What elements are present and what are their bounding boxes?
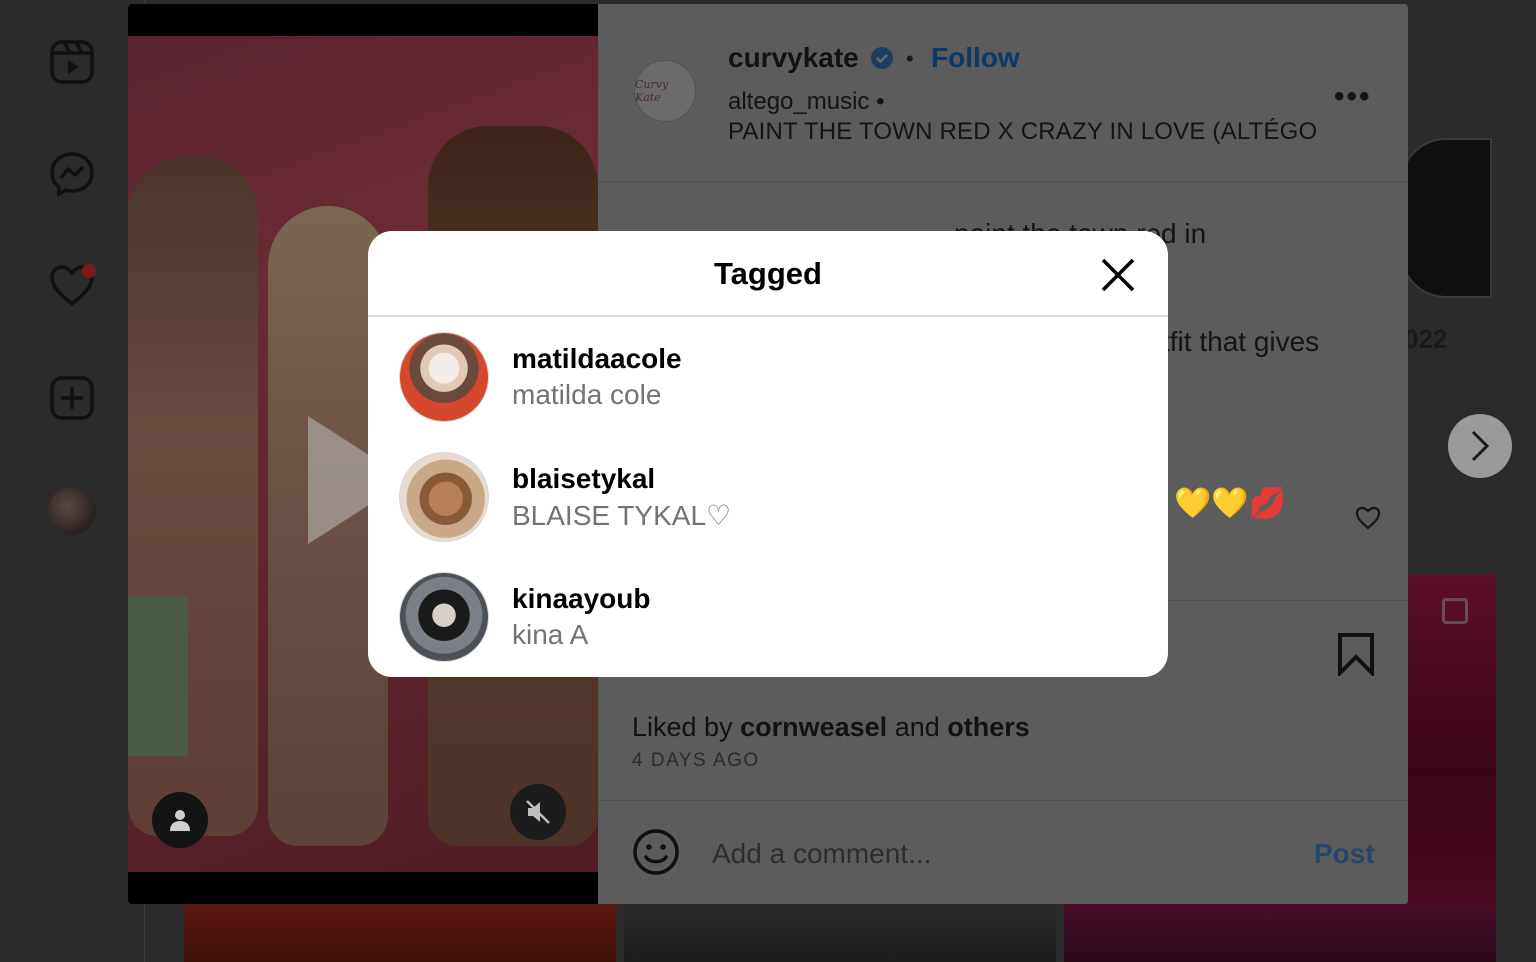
multi-post-icon xyxy=(1442,598,1468,624)
background-grid-tile[interactable] xyxy=(1408,574,1496,904)
liked-by-text: Liked by cornweasel and others xyxy=(632,712,1030,742)
emoji-picker-icon[interactable] xyxy=(632,828,680,876)
messenger-icon[interactable] xyxy=(48,150,96,198)
tagged-user-row[interactable]: blaisetykal BLAISE TYKAL♡ xyxy=(368,437,1168,557)
post-header: Curvy Kate curvykate • Follow altego_mus… xyxy=(598,4,1408,182)
user-avatar[interactable] xyxy=(399,452,489,542)
comment-input[interactable] xyxy=(712,834,1272,874)
close-button[interactable] xyxy=(1098,255,1138,295)
grid-tile[interactable] xyxy=(184,904,616,962)
post-age[interactable]: 4 DAYS AGO xyxy=(632,750,760,772)
user-avatar[interactable] xyxy=(399,572,489,662)
background-year-text: 022 xyxy=(1404,324,1448,354)
more-options-button[interactable]: ••• xyxy=(1334,80,1372,114)
tagged-user-row[interactable]: kinaayoub kina A xyxy=(368,557,1168,677)
divider xyxy=(598,800,1408,801)
tagged-users-button[interactable] xyxy=(152,792,208,848)
avatar-logo-text: Curvy Kate xyxy=(635,78,669,104)
speaker-muted-icon xyxy=(526,800,550,824)
comment-emojis: 💛💛💋 xyxy=(1174,487,1287,520)
left-sidebar xyxy=(0,0,145,962)
tagged-user-row[interactable]: matildaacole matilda cole xyxy=(368,317,1168,437)
audio-title[interactable]: PAINT THE TOWN RED X CRAZY IN LOVE (ALTÉ… xyxy=(728,118,1317,146)
reels-icon[interactable] xyxy=(48,38,96,86)
person-icon xyxy=(170,810,190,831)
next-post-button[interactable] xyxy=(1448,414,1512,478)
close-icon xyxy=(1101,258,1135,292)
dialog-header: Tagged xyxy=(368,231,1168,317)
tagged-full-name: matilda cole xyxy=(512,379,662,410)
grid-tile[interactable] xyxy=(624,904,1056,962)
tagged-full-name: kina A xyxy=(512,619,589,650)
verified-badge-icon xyxy=(871,47,893,69)
save-bookmark-icon[interactable] xyxy=(1336,632,1376,676)
audio-username[interactable]: altego_music • xyxy=(728,88,885,116)
follow-button[interactable]: Follow xyxy=(931,42,1020,74)
user-avatar[interactable] xyxy=(399,332,489,422)
like-comment-heart-icon[interactable] xyxy=(1354,504,1382,532)
post-comment-button[interactable]: Post xyxy=(1314,838,1375,870)
tagged-username[interactable]: matildaacole xyxy=(512,343,682,375)
tagged-dialog: Tagged matildaacole matilda cole blaiset… xyxy=(368,231,1168,677)
chevron-right-icon xyxy=(1471,430,1490,462)
tagged-username[interactable]: kinaayoub xyxy=(512,583,650,615)
background-story-thumb xyxy=(1400,138,1492,298)
mute-button[interactable] xyxy=(510,784,566,840)
caption-fragment: tfit that gives xyxy=(1162,326,1320,357)
separator-dot: • xyxy=(906,46,914,71)
create-plus-icon[interactable] xyxy=(48,374,96,422)
profile-avatar[interactable] xyxy=(48,487,96,535)
author-avatar[interactable]: Curvy Kate xyxy=(634,60,696,122)
notification-dot xyxy=(82,264,96,278)
author-username[interactable]: curvykate xyxy=(728,42,859,74)
tagged-username[interactable]: blaisetykal xyxy=(512,463,655,495)
dialog-title: Tagged xyxy=(714,256,822,291)
media-crate xyxy=(128,596,188,756)
grid-tile[interactable] xyxy=(1064,904,1496,962)
liked-by-others-link[interactable]: others xyxy=(947,712,1030,742)
tagged-full-name: BLAISE TYKAL♡ xyxy=(512,500,732,531)
liked-by-user-link[interactable]: cornweasel xyxy=(740,712,887,742)
